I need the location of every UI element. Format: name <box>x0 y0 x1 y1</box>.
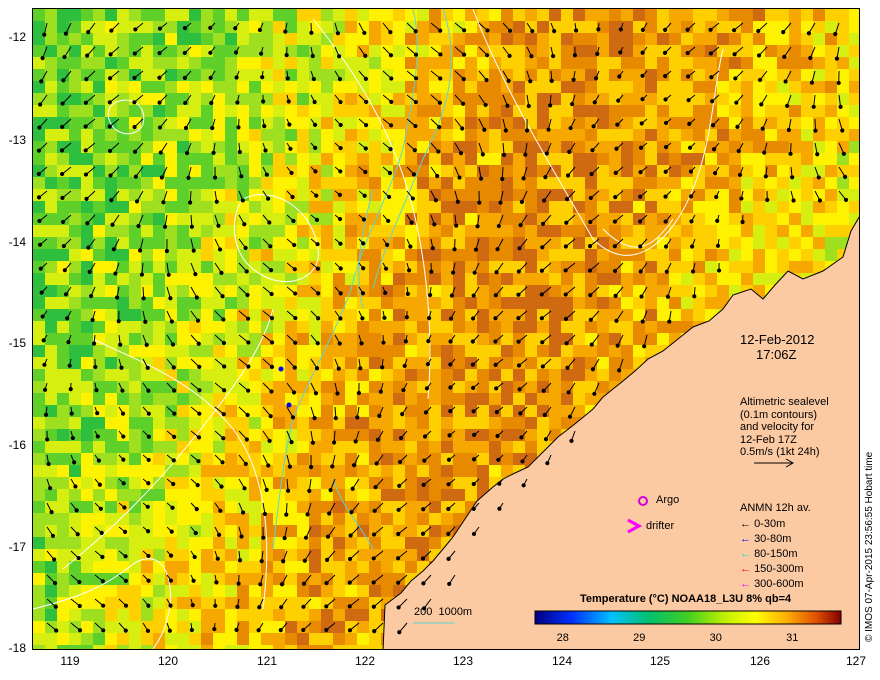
altimetry-line: 12-Feb 17Z <box>740 433 797 446</box>
arrow-left-icon: ← <box>740 563 755 575</box>
anmn-legend-item: ← 0-30m <box>740 518 785 531</box>
anmn-legend-item: ← 80-150m <box>740 548 797 561</box>
isobath-label: 200 1000m <box>414 606 473 618</box>
colorbar-tick-label: 30 <box>709 632 722 644</box>
map-time: 17:06Z <box>756 347 797 362</box>
altimetry-line: Altimetric sealevel <box>740 396 829 408</box>
x-tick: 120 <box>157 654 179 668</box>
arrow-left-icon: ← <box>740 578 755 590</box>
arrow-left-icon: ← <box>740 533 755 545</box>
y-tick: -14 <box>8 235 26 249</box>
anmn-legend-item: ← 300-600m <box>740 578 804 591</box>
y-tick: -13 <box>8 133 26 147</box>
temperature-colorbar <box>534 610 842 625</box>
credit-text: © IMOS 07-Apr-2015 23:56:55 Hobart time <box>864 451 875 642</box>
altimetry-line: (0.1m contours) <box>740 408 818 421</box>
map-date: 12-Feb-2012 <box>740 332 815 347</box>
arrow-left-icon: ← <box>740 518 755 530</box>
anmn-title: ANMN 12h av. <box>740 502 811 514</box>
anmn-legend-label: 0-30m <box>754 518 786 530</box>
anmn-legend-label: 300-600m <box>754 578 804 590</box>
y-tick: -12 <box>8 30 26 44</box>
y-tick: -15 <box>8 336 26 350</box>
altimetry-note: Altimetric sealevel (0.1m contours) and … <box>740 396 829 459</box>
x-tick: 124 <box>551 654 573 668</box>
anmn-marker <box>278 366 284 372</box>
y-tick: -17 <box>8 540 26 554</box>
colorbar-tick-label: 29 <box>633 632 646 644</box>
x-tick: 123 <box>452 654 474 668</box>
map-frame <box>32 8 860 650</box>
anmn-legend-label: 150-300m <box>754 563 804 575</box>
y-tick: -18 <box>8 641 26 655</box>
x-tick: 122 <box>354 654 376 668</box>
anmn-legend-item: ← 150-300m <box>740 563 804 576</box>
y-tick: -16 <box>8 438 26 452</box>
anmn-legend-label: 80-150m <box>754 548 798 560</box>
colorbar-title: Temperature (°C) NOAA18_L3U 8% qb=4 <box>580 593 792 605</box>
anmn-marker <box>286 402 292 408</box>
drifter-icon <box>627 518 642 534</box>
sst-map <box>33 9 859 649</box>
x-tick: 125 <box>649 654 671 668</box>
argo-label: Argo <box>656 494 680 506</box>
x-tick: 127 <box>845 654 867 668</box>
colorbar-tick-label: 28 <box>556 632 569 644</box>
anmn-legend-item: ← 30-80m <box>740 533 791 546</box>
x-tick: 119 <box>60 654 80 668</box>
x-tick: 121 <box>256 654 278 668</box>
altimetry-line: and velocity for <box>740 421 814 433</box>
drifter-label: drifter <box>646 520 675 532</box>
colorbar-tick-label: 31 <box>786 632 799 644</box>
scale-arrow <box>754 458 795 468</box>
anmn-legend-label: 30-80m <box>754 533 792 545</box>
x-tick: 126 <box>749 654 771 668</box>
arrow-left-icon: ← <box>740 548 755 560</box>
